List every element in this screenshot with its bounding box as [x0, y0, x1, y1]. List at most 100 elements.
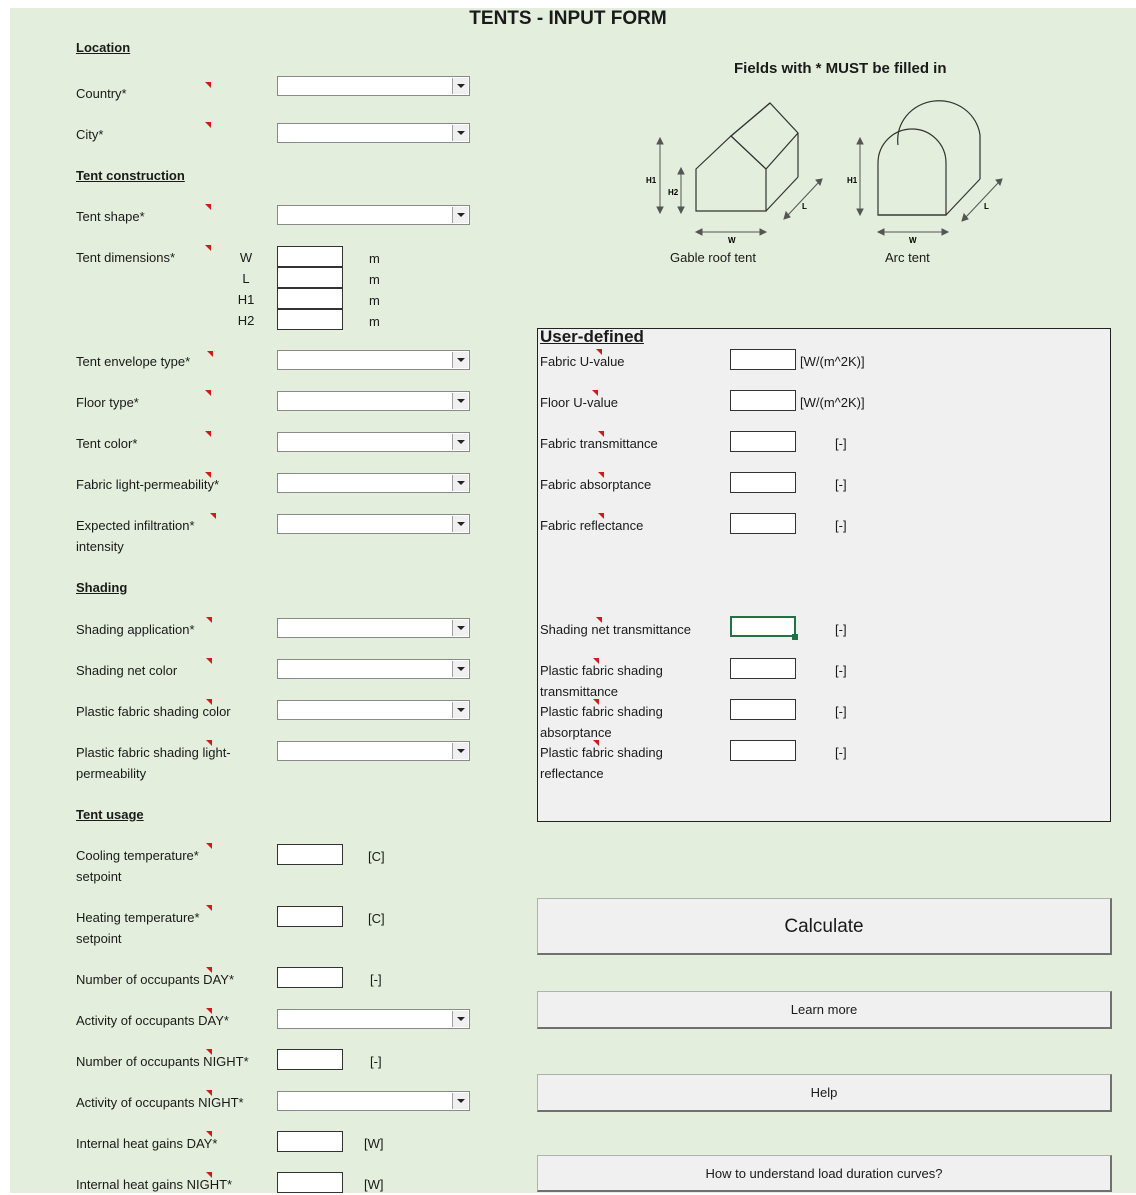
height2-input[interactable]	[277, 309, 343, 330]
length-input[interactable]	[277, 267, 343, 288]
cooling-input[interactable]	[277, 844, 343, 865]
ud-unit: [-]	[835, 745, 847, 760]
ud-unit: [W/(m^2K)]	[800, 395, 865, 410]
occupants-night-label: Number of occupants NIGHT*	[76, 1054, 249, 1069]
unit-c: [C]	[368, 911, 385, 926]
activity-day-select[interactable]	[277, 1009, 470, 1029]
comment-marker-icon[interactable]	[593, 658, 599, 664]
comment-marker-icon[interactable]	[206, 1008, 212, 1014]
shading-net-transmittance-input[interactable]	[730, 616, 796, 637]
comment-marker-icon[interactable]	[205, 122, 211, 128]
comment-marker-icon[interactable]	[206, 1131, 212, 1137]
chevron-down-icon[interactable]	[452, 1011, 468, 1027]
chevron-down-icon[interactable]	[452, 434, 468, 450]
comment-marker-icon[interactable]	[205, 245, 211, 251]
chevron-down-icon[interactable]	[452, 475, 468, 491]
fabric-transmittance-input[interactable]	[730, 431, 796, 452]
chevron-down-icon[interactable]	[452, 620, 468, 636]
occupants-day-input[interactable]	[277, 967, 343, 988]
fabric-u-value-input[interactable]	[730, 349, 796, 370]
comment-marker-icon[interactable]	[206, 843, 212, 849]
chevron-down-icon[interactable]	[452, 78, 468, 94]
calculate-button[interactable]: Calculate	[537, 898, 1112, 955]
h1-label: H1	[847, 176, 858, 185]
arc-tent-drawing	[877, 100, 981, 216]
chevron-down-icon[interactable]	[452, 207, 468, 223]
gains-day-input[interactable]	[277, 1131, 343, 1152]
infiltration-select[interactable]	[277, 514, 470, 534]
ud-unit: [-]	[835, 704, 847, 719]
chevron-down-icon[interactable]	[452, 125, 468, 141]
plastic-absorptance-input[interactable]	[730, 699, 796, 720]
comment-marker-icon[interactable]	[592, 390, 598, 396]
comment-marker-icon[interactable]	[593, 699, 599, 705]
chevron-down-icon[interactable]	[452, 743, 468, 759]
color-select[interactable]	[277, 432, 470, 452]
comment-marker-icon[interactable]	[206, 905, 212, 911]
plastic-color-select[interactable]	[277, 700, 470, 720]
comment-marker-icon[interactable]	[596, 349, 602, 355]
floor-u-value-input[interactable]	[730, 390, 796, 411]
comment-marker-icon[interactable]	[598, 472, 604, 478]
chevron-down-icon[interactable]	[452, 1093, 468, 1109]
chevron-down-icon[interactable]	[452, 702, 468, 718]
heating-input[interactable]	[277, 906, 343, 927]
comment-marker-icon[interactable]	[598, 513, 604, 519]
comment-marker-icon[interactable]	[206, 617, 212, 623]
gains-day-label: Internal heat gains DAY*	[76, 1136, 218, 1151]
chevron-down-icon[interactable]	[452, 352, 468, 368]
chevron-down-icon[interactable]	[452, 516, 468, 532]
city-select[interactable]	[277, 123, 470, 143]
net-color-select[interactable]	[277, 659, 470, 679]
learn-more-button[interactable]: Learn more	[537, 991, 1112, 1029]
fill-handle-icon[interactable]	[792, 634, 798, 640]
comment-marker-icon[interactable]	[598, 431, 604, 437]
floor-select[interactable]	[277, 391, 470, 411]
light-select[interactable]	[277, 473, 470, 493]
activity-night-label: Activity of occupants NIGHT*	[76, 1095, 244, 1110]
comment-marker-icon[interactable]	[596, 617, 602, 623]
load-duration-help-button[interactable]: How to understand load duration curves?	[537, 1155, 1112, 1192]
help-button[interactable]: Help	[537, 1074, 1112, 1112]
fabric-reflectance-input[interactable]	[730, 513, 796, 534]
comment-marker-icon[interactable]	[205, 204, 211, 210]
width-input[interactable]	[277, 246, 343, 267]
envelope-select[interactable]	[277, 350, 470, 370]
shading-application-select[interactable]	[277, 618, 470, 638]
ud-label: Plastic fabric shading transmittance	[540, 663, 663, 699]
required-note: Fields with * MUST be filled in	[734, 60, 947, 77]
comment-marker-icon[interactable]	[206, 1090, 212, 1096]
infiltration-label: Expected infiltration* intensity	[76, 518, 195, 554]
chevron-down-icon[interactable]	[452, 661, 468, 677]
comment-marker-icon[interactable]	[206, 658, 212, 664]
comment-marker-icon[interactable]	[205, 82, 211, 88]
plastic-transmittance-input[interactable]	[730, 658, 796, 679]
tent-shape-select[interactable]	[277, 205, 470, 225]
gains-night-input[interactable]	[277, 1172, 343, 1193]
plastic-light-select[interactable]	[277, 741, 470, 761]
tent-shapes-diagram: H1 H2 W L H1 W L	[646, 100, 1003, 245]
comment-marker-icon[interactable]	[207, 351, 213, 357]
comment-marker-icon[interactable]	[205, 472, 211, 478]
envelope-label: Tent envelope type*	[76, 354, 191, 369]
comment-marker-icon[interactable]	[205, 390, 211, 396]
activity-night-select[interactable]	[277, 1091, 470, 1111]
fabric-absorptance-input[interactable]	[730, 472, 796, 493]
color-label: Tent color*	[76, 436, 138, 451]
gable-caption: Gable roof tent	[670, 250, 756, 265]
country-select[interactable]	[277, 76, 470, 96]
occupants-night-input[interactable]	[277, 1049, 343, 1070]
unit-none: [-]	[370, 972, 382, 987]
comment-marker-icon[interactable]	[210, 513, 216, 519]
plastic-reflectance-input[interactable]	[730, 740, 796, 761]
comment-marker-icon[interactable]	[206, 1172, 212, 1178]
chevron-down-icon[interactable]	[452, 393, 468, 409]
unit-none: [-]	[370, 1054, 382, 1069]
comment-marker-icon[interactable]	[206, 699, 212, 705]
comment-marker-icon[interactable]	[206, 1049, 212, 1055]
comment-marker-icon[interactable]	[206, 967, 212, 973]
height1-input[interactable]	[277, 288, 343, 309]
comment-marker-icon[interactable]	[593, 740, 599, 746]
comment-marker-icon[interactable]	[206, 740, 212, 746]
comment-marker-icon[interactable]	[205, 431, 211, 437]
